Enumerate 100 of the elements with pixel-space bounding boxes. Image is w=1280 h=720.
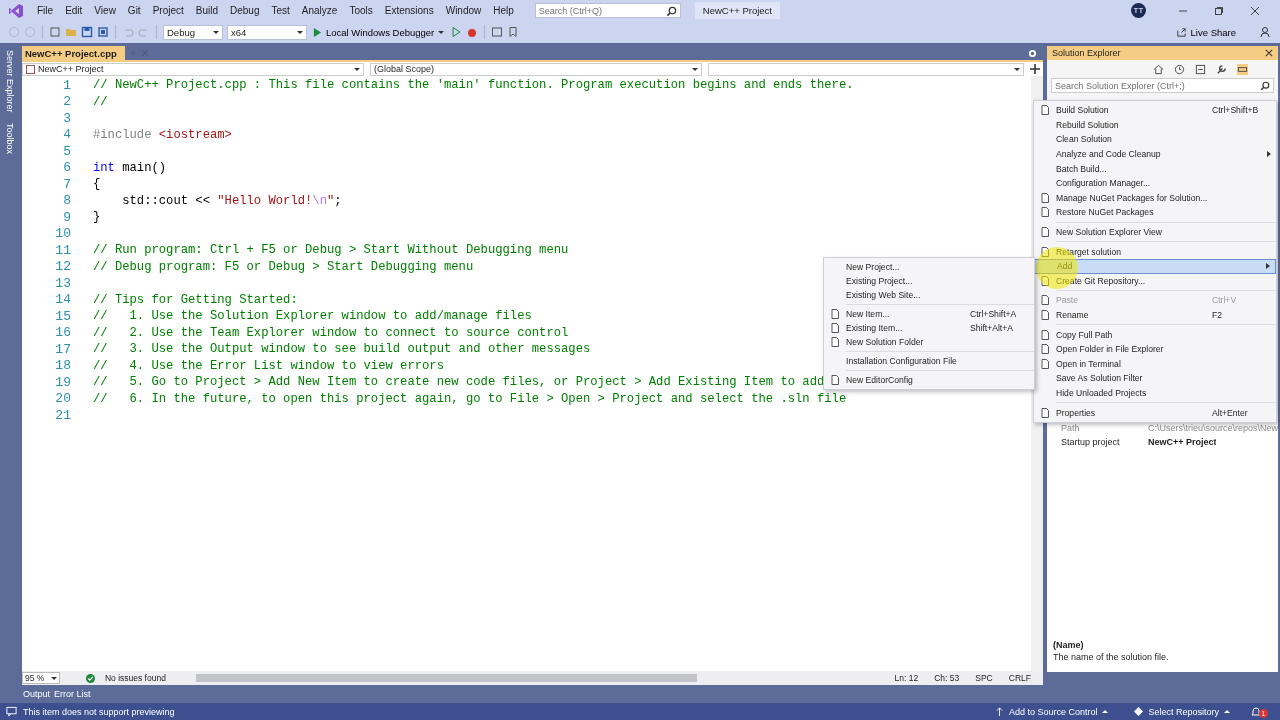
feedback-icon[interactable] [1260, 26, 1272, 38]
context-menu-item[interactable]: Configuration Manager... [1034, 175, 1276, 191]
line-ending-indicator[interactable]: CRLF [1002, 673, 1037, 683]
search-icon [1260, 81, 1270, 91]
preview-icon[interactable] [1237, 63, 1248, 75]
scope-dropdown[interactable]: (Global Scope) [369, 62, 702, 76]
new-project-icon[interactable] [49, 26, 61, 38]
document-icon [1040, 227, 1050, 238]
panel-tab[interactable]: Output [21, 689, 51, 699]
column-indicator[interactable]: Ch: 53 [928, 673, 966, 683]
menu-item[interactable]: Window [440, 3, 487, 18]
line-number: 12 [54, 259, 72, 275]
history-icon[interactable] [1174, 63, 1185, 75]
context-menu-item[interactable]: Copy Full Path [1034, 327, 1276, 342]
line-number: 21 [54, 407, 72, 423]
toolbar-grid-icon[interactable] [491, 26, 504, 38]
property-name: Startup project [1060, 437, 1121, 447]
line-number: 8 [62, 193, 72, 209]
context-menu-item[interactable]: Rename F2 [1034, 307, 1276, 323]
status-message: This item does not support previewing [23, 706, 175, 717]
search-field[interactable]: Search Solution Explorer (Ctrl+;) [1050, 78, 1274, 93]
menu-item[interactable]: File [32, 3, 59, 18]
close-icon[interactable] [1250, 5, 1260, 16]
submenu-item[interactable]: Existing Project... [824, 274, 1034, 288]
search-field[interactable]: Search (Ctrl+Q) [534, 3, 681, 18]
submenu-item[interactable]: Installation Configuration File [824, 354, 1034, 368]
bookmark-icon[interactable] [507, 26, 520, 38]
line-number: 5 [62, 143, 72, 159]
wrench-icon[interactable] [1216, 63, 1227, 75]
collapse-icon[interactable] [1195, 63, 1206, 75]
document-icon [1040, 246, 1050, 257]
submenu-item[interactable]: Existing Web Site... [824, 288, 1034, 302]
start-debugger-button[interactable]: Local Windows Debugger [311, 26, 447, 38]
submenu-arrow-icon [1267, 151, 1271, 158]
menu-item[interactable]: Build [190, 3, 223, 18]
restore-icon[interactable] [1214, 5, 1224, 16]
menu-item[interactable]: Tools [344, 3, 378, 18]
panel-tab[interactable]: Error List [52, 689, 92, 699]
repository-button[interactable]: Select Repository [1128, 705, 1236, 718]
submenu-item[interactable]: New EditorConfig [824, 373, 1034, 387]
code-line: std::cout << "Hello World!\n"; [121, 193, 342, 208]
spacing-indicator[interactable]: SPC [969, 673, 999, 683]
context-menu-item[interactable]: Rebuild Solution [1034, 117, 1276, 133]
document-icon [1040, 105, 1050, 116]
code-line: // [92, 94, 108, 109]
side-tab[interactable]: Server Explorer [4, 48, 15, 115]
bell-icon[interactable] [1250, 705, 1262, 718]
submenu-item[interactable]: New Item... Ctrl+Shift+A [824, 307, 1034, 321]
play-outline-icon[interactable] [450, 26, 463, 38]
configuration-dropdown[interactable]: Debug [163, 24, 223, 40]
diamond-icon [1134, 707, 1144, 716]
line-indicator[interactable]: Ln: 12 [888, 673, 925, 683]
context-menu-item[interactable]: Hide Unloaded Projects [1034, 385, 1276, 401]
document-icon [1040, 207, 1050, 218]
document-icon [1040, 192, 1050, 203]
source-control-button[interactable]: Add to Source Control [988, 705, 1115, 718]
document-icon [1040, 344, 1050, 355]
submenu-item[interactable]: New Project... [824, 260, 1034, 274]
app-logo-icon[interactable] [8, 2, 24, 19]
home-icon[interactable] [1153, 63, 1164, 75]
context-menu-item[interactable]: Properties Alt+Enter [1034, 405, 1276, 420]
zoom-dropdown[interactable]: 95 % [21, 672, 60, 684]
context-menu-item[interactable]: New Solution Explorer View [1034, 224, 1276, 240]
menu-item[interactable]: View [89, 3, 121, 18]
context-menu-item[interactable]: Clean Solution [1034, 132, 1276, 147]
submenu-item[interactable]: Existing Item... Shift+Alt+A [824, 321, 1034, 335]
menu-item[interactable]: Extensions [379, 3, 439, 18]
close-icon[interactable] [1265, 49, 1273, 57]
context-menu-item[interactable]: Build Solution Ctrl+Shift+B [1034, 103, 1276, 118]
context-menu-item[interactable]: Analyze and Code Cleanup [1034, 146, 1276, 162]
settings-icon[interactable] [1027, 48, 1037, 58]
line-number: 18 [54, 358, 72, 374]
document-tab[interactable]: NewC++ Project.cpp [21, 46, 125, 60]
issues-status[interactable]: No issues found [98, 673, 172, 683]
menu-item[interactable]: Test [266, 3, 295, 18]
live-share-button[interactable]: Live Share [1169, 25, 1242, 39]
context-menu-item[interactable]: Save As Solution Filter [1034, 371, 1276, 386]
context-menu-item[interactable]: Manage NuGet Packages for Solution... [1034, 190, 1276, 206]
menu-item[interactable]: Analyze [296, 3, 343, 18]
context-menu-item[interactable]: Open Folder in File Explorer [1034, 341, 1276, 357]
context-menu-item[interactable]: Open in Terminal [1034, 356, 1276, 372]
scrollbar-thumb[interactable] [195, 674, 698, 682]
document-icon [830, 375, 840, 385]
menu-item[interactable]: Project [147, 3, 189, 18]
menu-item[interactable]: Edit [60, 3, 88, 18]
project-dropdown[interactable]: NewC++ Project [21, 62, 364, 76]
code-line: // 3. Use the Output window to see build output and other messages [92, 342, 591, 357]
submenu-item[interactable]: New Solution Folder [824, 335, 1034, 349]
platform-dropdown[interactable]: x64 [227, 24, 307, 40]
context-menu-item[interactable]: Restore NuGet Packages [1034, 205, 1276, 220]
menu-item[interactable]: Git [122, 3, 146, 18]
context-menu-item[interactable]: Batch Build... [1034, 161, 1276, 176]
side-tab[interactable]: Toolbox [4, 120, 15, 156]
save-icon[interactable] [81, 26, 93, 38]
menu-item[interactable]: Help [488, 3, 519, 18]
save-all-icon[interactable] [97, 26, 109, 38]
split-add-icon[interactable] [1029, 64, 1040, 74]
property-value: NewC++ Project [1147, 437, 1217, 447]
menu-item[interactable]: Debug [225, 3, 265, 18]
account-avatar[interactable]: TT [1131, 3, 1146, 18]
